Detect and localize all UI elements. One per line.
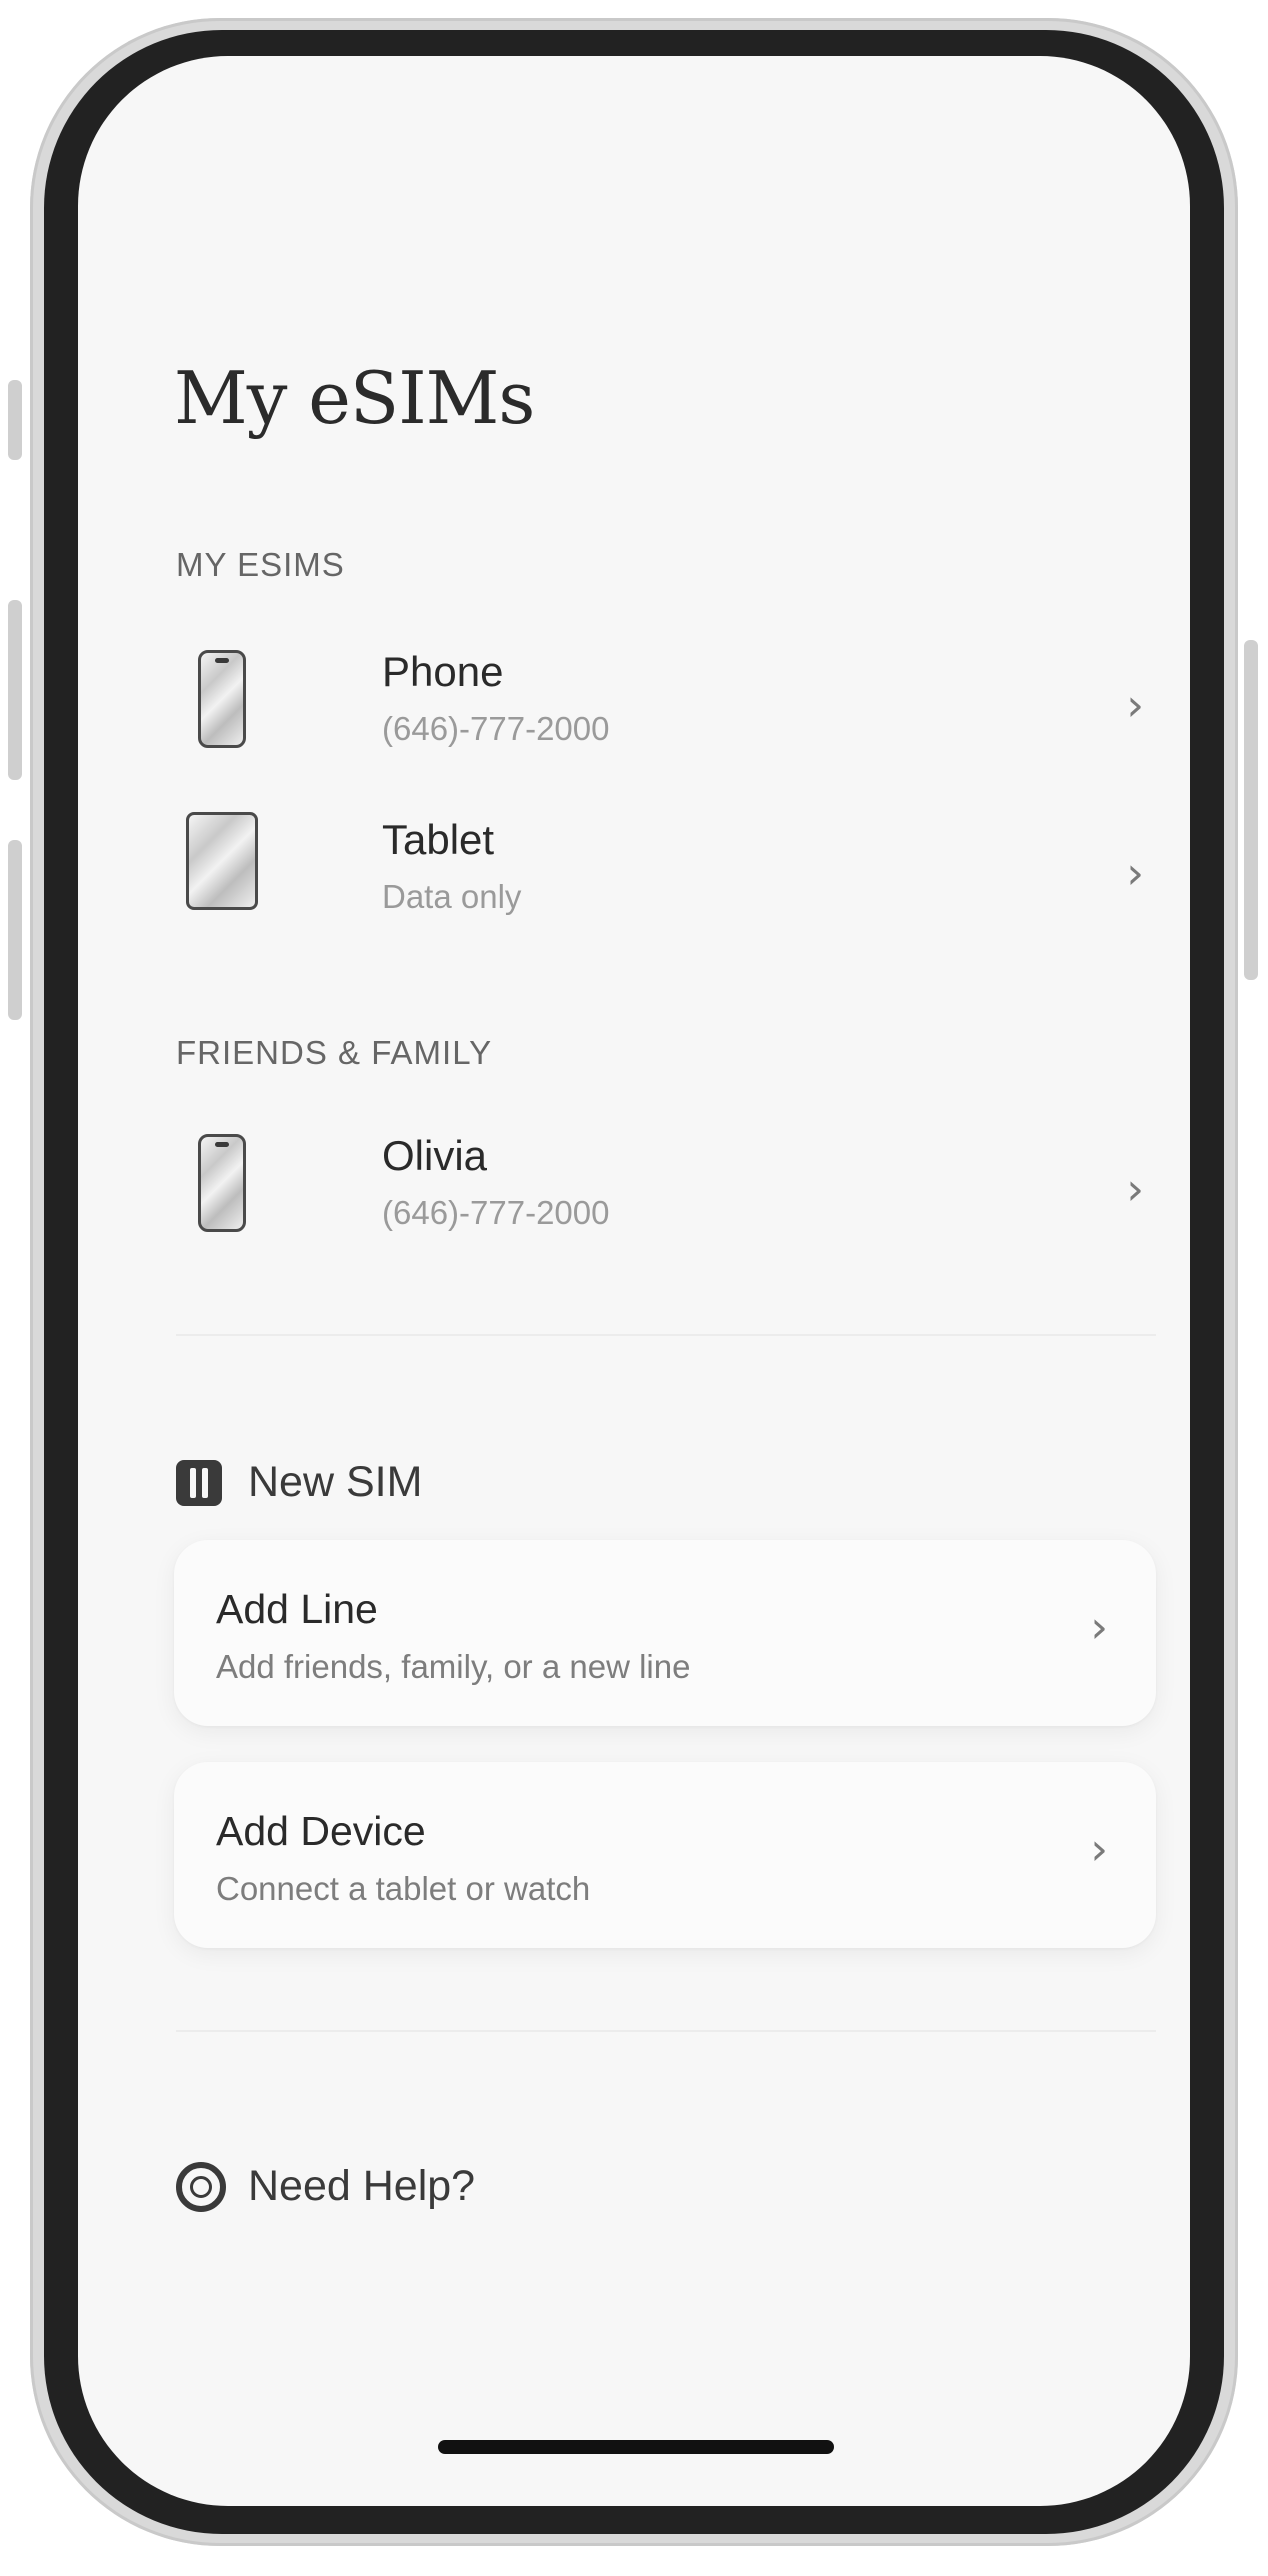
divider (176, 1334, 1156, 1336)
page-title: My eSIMs (174, 356, 535, 440)
side-button-right (1244, 640, 1258, 980)
esim-row-olivia[interactable]: Olivia (646)-777-2000 › (176, 1120, 1156, 1270)
section-label: New SIM (248, 1458, 423, 1506)
divider (176, 2030, 1156, 2032)
chevron-right-icon: › (1126, 848, 1144, 899)
esim-row-subtitle: Data only (382, 878, 522, 915)
esim-row-title: Phone (382, 648, 504, 695)
card-title: Add Line (216, 1586, 378, 1632)
help-label: Need Help? (248, 2162, 476, 2210)
lifebuoy-icon (176, 2162, 226, 2212)
card-subtitle: Connect a tablet or watch (216, 1870, 591, 1907)
chevron-right-icon: › (1090, 1824, 1108, 1875)
section-header-my-esims: MY ESIMS (176, 546, 345, 583)
phone-icon (198, 1134, 246, 1232)
section-header-new-sim: New SIM (176, 1454, 776, 1514)
side-button-left-2 (8, 600, 22, 780)
phone-icon (198, 650, 246, 748)
chevron-right-icon: › (1090, 1602, 1108, 1653)
card-title: Add Device (216, 1808, 426, 1854)
chevron-right-icon: › (1126, 1164, 1144, 1215)
esim-row-subtitle: (646)-777-2000 (382, 710, 610, 747)
side-button-left-1 (8, 380, 22, 460)
esim-row-phone[interactable]: Phone (646)-777-2000 › (176, 636, 1156, 786)
add-line-card[interactable]: Add Line Add friends, family, or a new l… (174, 1540, 1156, 1726)
card-subtitle: Add friends, family, or a new line (216, 1648, 691, 1685)
esim-row-title: Tablet (382, 816, 495, 863)
esim-row-subtitle: (646)-777-2000 (382, 1194, 610, 1231)
section-header-friends-family: FRIENDS & FAMILY (176, 1034, 493, 1071)
add-device-card[interactable]: Add Device Connect a tablet or watch › (174, 1762, 1156, 1948)
side-button-left-3 (8, 840, 22, 1020)
esim-row-tablet[interactable]: Tablet Data only › (176, 804, 1156, 954)
home-indicator[interactable] (438, 2440, 834, 2454)
tablet-icon (186, 812, 258, 910)
need-help-link[interactable]: Need Help? (176, 2158, 776, 2218)
esim-row-title: Olivia (382, 1132, 488, 1179)
sim-card-icon (176, 1460, 222, 1506)
app-screen: My eSIMs MY ESIMS Phone (646)-777-2000 ›… (78, 56, 1190, 2506)
chevron-right-icon: › (1126, 680, 1144, 731)
